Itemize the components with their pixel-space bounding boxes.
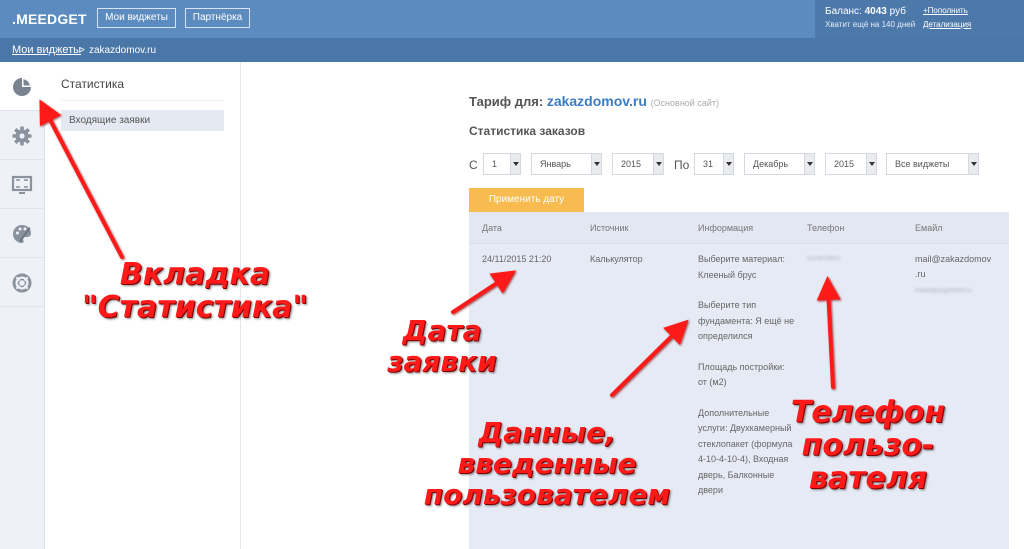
annotation-line: вателя <box>808 461 928 496</box>
annotation-line: "Статистика" <box>81 290 309 325</box>
annotation-line: заявки <box>387 344 497 378</box>
arrow-to-info <box>610 319 689 397</box>
annotation-line: Вкладка <box>119 257 271 292</box>
annotation-line: Дата <box>402 314 482 347</box>
annotation-line: Телефон <box>790 395 946 430</box>
annotation-line: пользо- <box>801 428 935 463</box>
annotation-line: введенные <box>457 446 637 480</box>
arrow-to-phone <box>816 276 841 389</box>
annotation-user-data: Данные, введенные пользователем <box>416 416 678 511</box>
arrow-to-statistics-tab <box>39 99 124 259</box>
annotation-line: пользователем <box>423 477 671 511</box>
annotation-user-phone: Телефон пользо- вателя <box>788 396 948 495</box>
arrow-to-date <box>451 270 517 314</box>
annotation-request-date: Дата заявки <box>386 314 498 378</box>
annotation-statistics-tab: Вкладка "Статистика" <box>60 258 330 324</box>
page-root: .MEEDGET Мои виджеты Партнёрка Баланс: 4… <box>0 0 1024 549</box>
annotation-line: Данные, <box>478 416 616 449</box>
